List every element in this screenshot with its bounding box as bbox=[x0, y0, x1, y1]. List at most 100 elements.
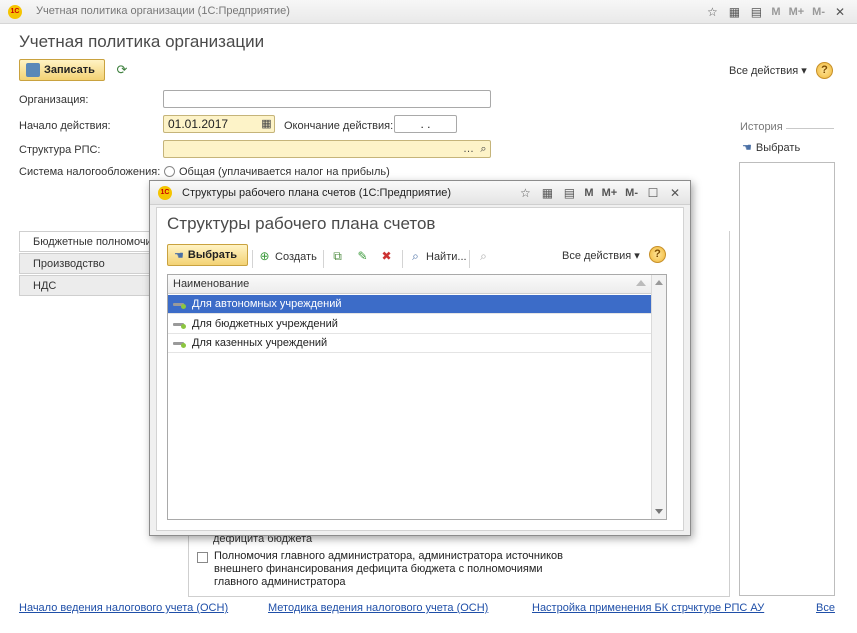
table-cell-name: Для автономных учреждений bbox=[192, 298, 342, 310]
search-icon: ⌕ bbox=[412, 249, 419, 263]
titlebar-tools: ☆ ▦ ▤ M M+ M- ✕ bbox=[703, 3, 849, 21]
column-header-name[interactable]: Наименование bbox=[168, 275, 652, 294]
tax-accounting-method-link[interactable]: Методика ведения налогового учета (ОСН) bbox=[268, 602, 488, 614]
pencil-icon: ✎ bbox=[357, 249, 368, 263]
window-title: Учетная политика организации (1С:Предпри… bbox=[36, 5, 290, 17]
tax-system-radio[interactable] bbox=[164, 166, 175, 177]
footer-links: Начало ведения налогового учета (ОСН) Ме… bbox=[0, 602, 857, 622]
select-dots-button[interactable]: … bbox=[461, 140, 476, 158]
organization-field[interactable] bbox=[163, 90, 491, 108]
rps-selection-dialog: 1С Структуры рабочего плана счетов (1С:П… bbox=[149, 180, 691, 536]
create-label: Создать bbox=[275, 250, 317, 263]
catalog-item-icon bbox=[173, 339, 186, 348]
tab-production[interactable]: Производство bbox=[19, 253, 154, 274]
end-date-label: Окончание действия: bbox=[284, 120, 394, 132]
all-actions-menu[interactable]: Все действия ▾ bbox=[729, 64, 807, 77]
select-hand-icon: ☚ bbox=[742, 142, 752, 154]
toolbar-separator bbox=[252, 250, 253, 268]
chevron-down-icon: ▾ bbox=[634, 250, 640, 262]
history-divider bbox=[786, 128, 834, 129]
tax-system-option: Общая (уплачивается налог на прибыль) bbox=[179, 166, 390, 178]
calculator-icon[interactable]: ▦ bbox=[725, 3, 743, 21]
dialog-all-actions-menu[interactable]: Все действия ▾ bbox=[562, 249, 640, 263]
toolbar-separator bbox=[469, 250, 470, 268]
calendar-picker-icon[interactable]: ▦ bbox=[259, 115, 274, 133]
scroll-up-icon[interactable] bbox=[655, 280, 663, 285]
close-icon[interactable]: ✕ bbox=[831, 3, 849, 21]
tab-vat[interactable]: НДС bbox=[19, 275, 154, 296]
table-row[interactable]: Для казенных учреждений bbox=[168, 334, 652, 353]
rps-label: Структура РПС: bbox=[19, 144, 101, 156]
start-date-label: Начало действия: bbox=[19, 120, 111, 132]
memory-m-button[interactable]: M bbox=[582, 184, 595, 202]
memory-m-plus-button[interactable]: M+ bbox=[600, 184, 620, 202]
save-disk-icon bbox=[26, 63, 40, 77]
select-hand-icon: ☚ bbox=[174, 249, 184, 262]
all-link[interactable]: Все bbox=[816, 602, 835, 614]
find-label: Найти... bbox=[426, 250, 467, 263]
table-cell-name: Для казенных учреждений bbox=[192, 337, 328, 349]
admin-powers-checkbox[interactable] bbox=[197, 552, 208, 563]
history-title: История bbox=[740, 121, 783, 133]
dialog-help-icon[interactable]: ? bbox=[649, 246, 666, 263]
rps-field[interactable] bbox=[163, 140, 491, 158]
edit-button[interactable]: ✎ bbox=[355, 249, 370, 264]
vertical-scrollbar[interactable] bbox=[651, 275, 666, 519]
delete-mark-icon: ✖ bbox=[381, 249, 392, 263]
dialog-titlebar: 1С Структуры рабочего плана счетов (1С:П… bbox=[150, 181, 690, 205]
cancel-search-button[interactable]: ⌕ bbox=[476, 249, 491, 264]
close-icon[interactable]: ✕ bbox=[666, 184, 684, 202]
sort-indicator-icon bbox=[636, 280, 646, 286]
history-select-label: Выбрать bbox=[755, 141, 801, 154]
find-button[interactable]: ⌕ Найти... bbox=[408, 249, 467, 264]
dialog-select-button[interactable]: ☚ Выбрать bbox=[167, 244, 248, 266]
copy-icon: ⧉ bbox=[333, 249, 342, 263]
1c-logo-icon: 1С bbox=[158, 186, 172, 200]
rps-structures-table[interactable]: Наименование Для автономных учреждений Д… bbox=[167, 274, 667, 520]
tax-system-label: Система налогообложения: bbox=[19, 166, 161, 178]
delete-mark-button[interactable]: ✖ bbox=[379, 249, 394, 264]
bk-settings-link[interactable]: Настройка применения БК стрчктуре РПС АУ bbox=[532, 602, 764, 614]
end-date-field[interactable]: . . bbox=[394, 115, 457, 133]
calendar-icon[interactable]: ▤ bbox=[747, 3, 765, 21]
table-cell-name: Для бюджетных учреждений bbox=[192, 318, 338, 330]
1c-logo-icon: 1С bbox=[8, 5, 22, 19]
copy-button[interactable]: ⧉ bbox=[330, 249, 345, 264]
open-search-icon[interactable]: ⌕ bbox=[476, 140, 491, 158]
memory-m-minus-button[interactable]: M- bbox=[810, 3, 827, 21]
column-header-label: Наименование bbox=[173, 278, 250, 290]
plus-circle-icon: ⊕ bbox=[259, 249, 270, 263]
dialog-body: Структуры рабочего плана счетов ☚ Выбрат… bbox=[156, 207, 684, 531]
toolbar-separator bbox=[402, 250, 403, 268]
favorites-star-icon[interactable]: ☆ bbox=[516, 184, 534, 202]
calculator-icon[interactable]: ▦ bbox=[538, 184, 556, 202]
table-row[interactable]: Для бюджетных учреждений bbox=[168, 315, 652, 334]
all-actions-label: Все действия bbox=[729, 65, 799, 77]
scroll-down-icon[interactable] bbox=[655, 509, 663, 514]
refresh-icon[interactable]: ⟳ bbox=[114, 62, 130, 78]
memory-m-button[interactable]: M bbox=[769, 3, 782, 21]
table-row[interactable]: Для автономных учреждений bbox=[168, 295, 652, 314]
history-list[interactable] bbox=[739, 162, 835, 596]
admin-powers-checkbox-row: Полномочия главного администратора, адми… bbox=[197, 550, 577, 589]
maximize-icon[interactable]: ☐ bbox=[644, 184, 662, 202]
dialog-heading: Структуры рабочего плана счетов bbox=[167, 214, 436, 233]
history-select-button[interactable]: ☚ Выбрать bbox=[742, 141, 801, 155]
help-icon[interactable]: ? bbox=[816, 62, 833, 79]
tab-budget-powers[interactable]: Бюджетные полномочия bbox=[19, 231, 154, 252]
tax-accounting-start-link[interactable]: Начало ведения налогового учета (ОСН) bbox=[19, 602, 228, 614]
calendar-icon[interactable]: ▤ bbox=[560, 184, 578, 202]
save-button[interactable]: Записать bbox=[19, 59, 105, 81]
dialog-select-label: Выбрать bbox=[187, 249, 237, 261]
dialog-title: Структуры рабочего плана счетов (1С:Пред… bbox=[182, 187, 452, 199]
save-button-label: Записать bbox=[44, 64, 95, 76]
memory-m-plus-button[interactable]: M+ bbox=[787, 3, 807, 21]
tab-list: Бюджетные полномочия Производство НДС bbox=[19, 231, 154, 297]
chevron-down-icon: ▾ bbox=[801, 65, 807, 77]
memory-m-minus-button[interactable]: M- bbox=[623, 184, 640, 202]
catalog-item-icon bbox=[173, 320, 186, 329]
toolbar-separator bbox=[323, 250, 324, 268]
favorites-star-icon[interactable]: ☆ bbox=[703, 3, 721, 21]
create-button[interactable]: ⊕ Создать bbox=[257, 249, 317, 264]
window-titlebar: 1С Учетная политика организации (1С:Пред… bbox=[0, 0, 857, 24]
